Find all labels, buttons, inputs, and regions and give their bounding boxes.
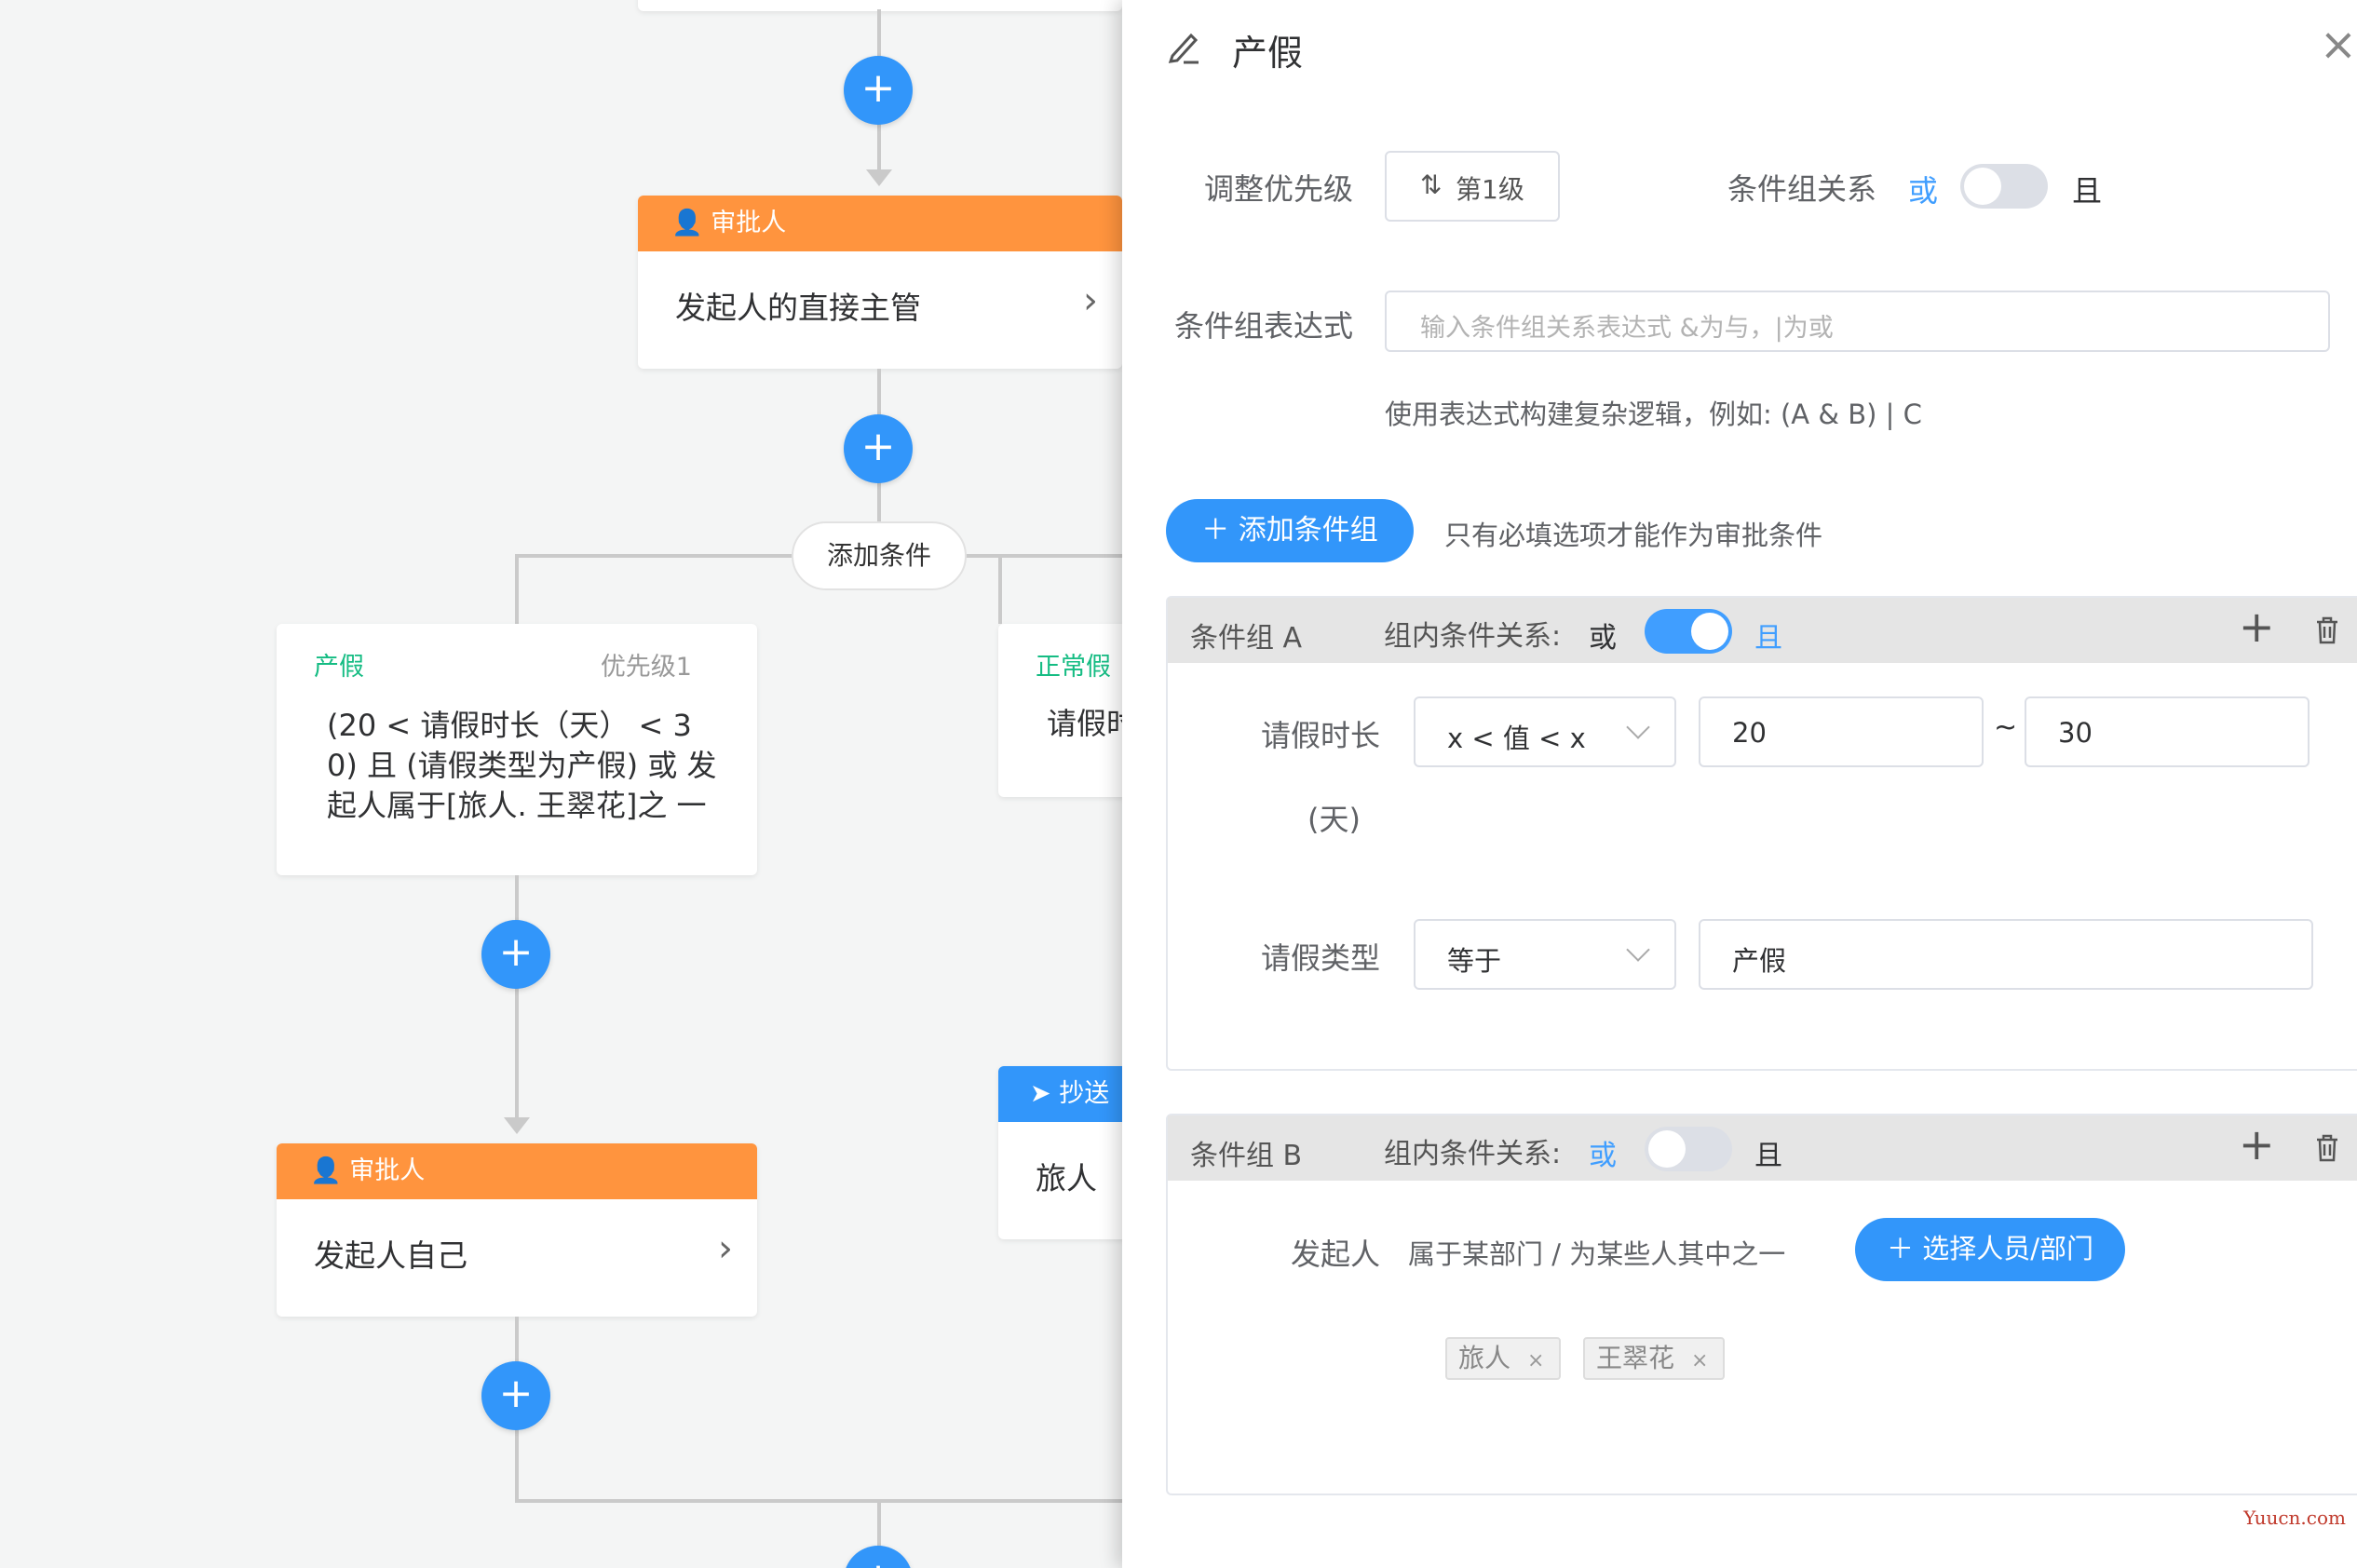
chevron-down-icon bbox=[1626, 715, 1650, 739]
relation-and-label: 且 bbox=[2072, 173, 2103, 209]
chevron-down-icon bbox=[1626, 938, 1650, 962]
duration-min-input[interactable]: 20 bbox=[1699, 696, 1984, 767]
member-tag-label: 旅人 bbox=[1458, 1343, 1511, 1373]
leave-type-operator-value: 等于 bbox=[1447, 945, 1502, 977]
relation-or-label: 或 bbox=[1908, 173, 1939, 209]
expression-placeholder: 输入条件组关系表达式 &为与，|为或 bbox=[1420, 314, 1834, 343]
duration-max-value: 30 bbox=[2058, 717, 2093, 749]
approver-node[interactable]: 👤 审批人 发起人自己 › bbox=[277, 1143, 757, 1317]
connector-line bbox=[515, 875, 519, 1117]
group-b-title: 条件组 B bbox=[1190, 1140, 1303, 1172]
group-a-and-label: 且 bbox=[1754, 622, 1782, 655]
condition-drawer: 产假 × 调整优先级 ⇅ 第1级 条件组关系 或 且 条件组表达式 输入条件组关… bbox=[1122, 0, 2357, 1568]
close-icon[interactable]: × bbox=[1691, 1349, 1708, 1372]
condition-title: 产假 bbox=[314, 653, 364, 682]
connector-arrow bbox=[866, 169, 892, 186]
connector-arrow bbox=[504, 1117, 530, 1134]
toggle-knob bbox=[1964, 168, 2001, 205]
close-icon[interactable]: × bbox=[2320, 19, 2357, 71]
leave-duration-unit-label: (天) bbox=[1307, 802, 1361, 837]
condition-title: 正常假 bbox=[1036, 653, 1111, 682]
leave-type-label: 请假类型 bbox=[1261, 940, 1381, 976]
expression-label: 条件组表达式 bbox=[1174, 308, 1354, 344]
priority-label: 调整优先级 bbox=[1204, 171, 1354, 207]
cc-node-title: 抄送 bbox=[1059, 1079, 1110, 1108]
member-tag: 王翠花 × bbox=[1583, 1337, 1725, 1380]
leave-type-value-input[interactable]: 产假 bbox=[1699, 919, 2313, 990]
drawer-title[interactable]: 产假 bbox=[1232, 24, 1303, 75]
condition-card[interactable]: 产假 优先级1 (20 < 请假时长（天） < 3 0) 且 (请假类型为产假)… bbox=[277, 624, 757, 875]
close-icon[interactable]: × bbox=[1527, 1349, 1544, 1372]
leave-type-value: 产假 bbox=[1732, 945, 1787, 977]
toggle-knob bbox=[1648, 1130, 1686, 1168]
member-tag-label: 王翠花 bbox=[1596, 1343, 1675, 1373]
expression-input[interactable]: 输入条件组关系表达式 &为与，|为或 bbox=[1385, 291, 2330, 352]
condition-group-a: 条件组 A 组内条件关系: 或 且 + 请假时长 (天) x < 值 < x 2… bbox=[1166, 596, 2357, 1071]
group-a-header: 条件组 A 组内条件关系: 或 且 + bbox=[1168, 598, 2357, 663]
condition-summary: (20 < 请假时长（天） < 3 0) 且 (请假类型为产假) 或 发起人属于… bbox=[327, 708, 717, 823]
user-icon: 👤 bbox=[310, 1156, 342, 1185]
chevron-right-icon: › bbox=[1083, 279, 1098, 322]
user-icon: 👤 bbox=[671, 209, 703, 237]
sort-icon: ⇅ bbox=[1420, 169, 1443, 200]
condition-priority: 优先级1 bbox=[600, 653, 692, 682]
send-icon: ➤ bbox=[1030, 1079, 1051, 1108]
toggle-knob bbox=[1691, 613, 1728, 650]
add-node-button[interactable]: + bbox=[844, 414, 913, 483]
group-b-relation-toggle[interactable] bbox=[1645, 1127, 1732, 1171]
range-separator: ~ bbox=[1994, 711, 2018, 744]
group-b-and-label: 且 bbox=[1754, 1140, 1782, 1172]
condition-group-b: 条件组 B 组内条件关系: 或 且 + 发起人 属于某部门 / 为某些人其中之一… bbox=[1166, 1114, 2357, 1495]
add-group-hint: 只有必填选项才能作为审批条件 bbox=[1444, 520, 1823, 551]
duration-operator-select[interactable]: x < 值 < x bbox=[1414, 696, 1676, 767]
merge-line bbox=[515, 1499, 1130, 1503]
edit-icon bbox=[1168, 33, 1199, 64]
group-a-or-label: 或 bbox=[1589, 622, 1617, 655]
group-relation-toggle[interactable] bbox=[1960, 164, 2048, 209]
watermark: Yuucn.com bbox=[2243, 1507, 2346, 1529]
add-node-button[interactable]: + bbox=[844, 1546, 913, 1568]
expression-hint: 使用表达式构建复杂逻辑，例如: (A & B) | C bbox=[1385, 399, 1922, 430]
chevron-right-icon: › bbox=[718, 1227, 733, 1270]
add-node-button[interactable]: + bbox=[844, 56, 913, 125]
member-tag: 旅人 × bbox=[1445, 1337, 1561, 1380]
duration-operator-value: x < 值 < x bbox=[1447, 723, 1586, 754]
add-condition-icon[interactable]: + bbox=[2239, 1119, 2275, 1169]
leave-duration-label: 请假时长 bbox=[1261, 718, 1381, 753]
group-a-relation-label: 组内条件关系: bbox=[1384, 620, 1562, 653]
approver-node-header: 👤 审批人 bbox=[277, 1143, 757, 1199]
approver-node-title: 审批人 bbox=[349, 1156, 426, 1185]
priority-select[interactable]: ⇅ 第1级 bbox=[1385, 151, 1560, 222]
branch-line bbox=[998, 554, 1002, 624]
add-condition-group-button[interactable]: ＋ 添加条件组 bbox=[1166, 499, 1414, 562]
group-b-or-label: 或 bbox=[1589, 1140, 1617, 1172]
initiator-label: 发起人 bbox=[1291, 1237, 1381, 1272]
approver-node[interactable]: 👤 审批人 发起人的直接主管 › bbox=[638, 196, 1122, 369]
add-node-button[interactable]: + bbox=[481, 1361, 550, 1430]
select-member-button[interactable]: ＋ 选择人员/部门 bbox=[1855, 1218, 2125, 1281]
approver-node-header: 👤 审批人 bbox=[638, 196, 1122, 251]
approver-node-body: 发起人自己 bbox=[314, 1237, 467, 1274]
add-condition-button[interactable]: 添加条件 bbox=[792, 521, 967, 590]
group-relation-label: 条件组关系 bbox=[1727, 171, 1877, 207]
duration-max-input[interactable]: 30 bbox=[2025, 696, 2310, 767]
add-node-button[interactable]: + bbox=[481, 920, 550, 989]
group-b-header: 条件组 B 组内条件关系: 或 且 + bbox=[1168, 1115, 2357, 1181]
priority-value: 第1级 bbox=[1456, 174, 1524, 205]
trash-icon[interactable] bbox=[2315, 616, 2339, 644]
duration-min-value: 20 bbox=[1732, 717, 1767, 749]
approver-node-body: 发起人的直接主管 bbox=[675, 290, 921, 326]
approver-node-title: 审批人 bbox=[711, 209, 787, 237]
add-condition-icon[interactable]: + bbox=[2239, 602, 2275, 652]
group-a-relation-toggle[interactable] bbox=[1645, 609, 1732, 654]
leave-type-operator-select[interactable]: 等于 bbox=[1414, 919, 1676, 990]
trash-icon[interactable] bbox=[2315, 1134, 2339, 1162]
initiator-description: 属于某部门 / 为某些人其中之一 bbox=[1408, 1238, 1786, 1270]
group-b-relation-label: 组内条件关系: bbox=[1384, 1138, 1562, 1170]
group-a-title: 条件组 A bbox=[1190, 622, 1303, 655]
branch-line bbox=[515, 554, 519, 624]
